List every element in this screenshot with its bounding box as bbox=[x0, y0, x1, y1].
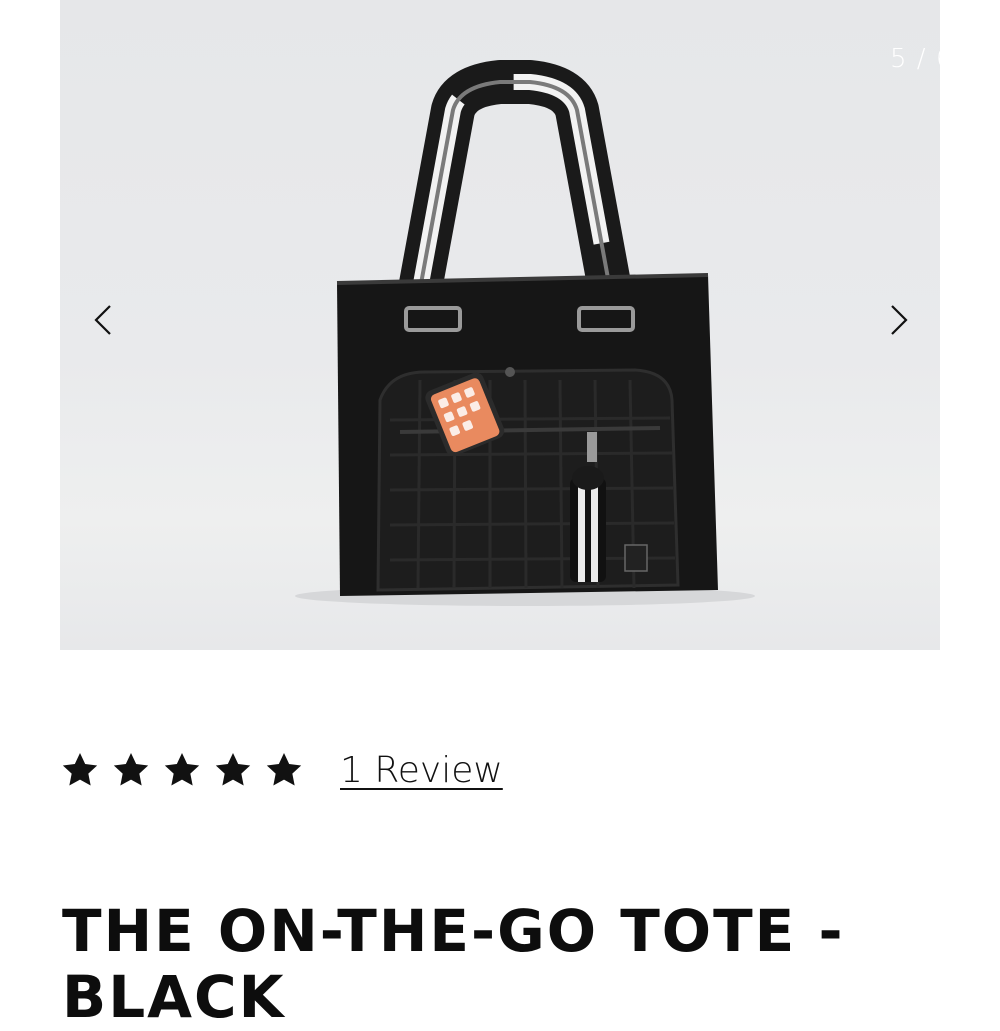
chevron-right-icon bbox=[891, 305, 908, 335]
reviews-link[interactable]: 1 Review bbox=[340, 750, 503, 791]
chevron-left-icon bbox=[94, 305, 111, 335]
star-icon bbox=[266, 753, 302, 786]
product-rating: 1 Review bbox=[60, 745, 503, 795]
star-icon bbox=[215, 753, 251, 786]
star-icon bbox=[164, 753, 200, 786]
product-image-gallery: 5 / 6 bbox=[60, 0, 940, 650]
star-icon bbox=[113, 753, 149, 786]
image-counter: 5 / 6 bbox=[890, 44, 940, 74]
product-image-tote bbox=[295, 60, 755, 606]
previous-image-button[interactable] bbox=[84, 300, 124, 340]
star-icon bbox=[62, 753, 98, 786]
next-image-button[interactable] bbox=[878, 300, 918, 340]
product-title: THE ON-THE-GO TOTE - BLACK bbox=[62, 897, 845, 1031]
